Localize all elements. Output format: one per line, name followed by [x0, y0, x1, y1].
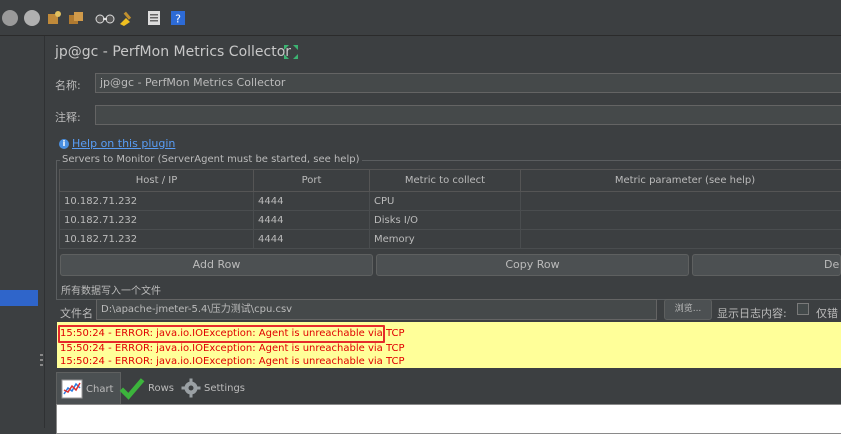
tab-chart[interactable]: Chart [56, 372, 121, 405]
show-log-label: 显示日志内容: [717, 305, 787, 321]
tab-label: Rows [148, 383, 174, 394]
write-all-label: 所有数据写入一个文件 [61, 282, 161, 297]
cell-metric[interactable]: CPU [370, 192, 521, 211]
cell-host[interactable]: 10.182.71.232 [60, 192, 254, 211]
cell-parameter[interactable] [521, 211, 841, 230]
comment-field[interactable] [95, 105, 841, 125]
svg-text:?: ? [175, 13, 181, 26]
help-link[interactable]: iHelp on this plugin [59, 137, 175, 150]
error-highlight-box [58, 325, 385, 343]
column-header-metric[interactable]: Metric to collect [370, 170, 521, 192]
cell-host[interactable]: 10.182.71.232 [60, 211, 254, 230]
splitter-handle[interactable] [40, 354, 43, 368]
expand-icon[interactable] [283, 44, 299, 60]
chart-icon [61, 379, 83, 399]
comment-label: 注释: [55, 109, 81, 125]
help-icon[interactable]: ? [170, 10, 186, 26]
column-header-host[interactable]: Host / IP [60, 170, 254, 192]
cell-metric[interactable]: Disks I/O [370, 211, 521, 230]
info-icon: i [59, 139, 69, 149]
table-row[interactable]: 10.182.71.232 4444 Disks I/O [60, 211, 841, 230]
cell-port[interactable]: 4444 [254, 211, 370, 230]
page-title: jp@gc - PerfMon Metrics Collector [55, 44, 291, 60]
table-row[interactable]: 10.182.71.232 4444 Memory [60, 230, 841, 249]
errors-only-label: 仅错 [816, 305, 838, 321]
name-field[interactable]: jp@gc - PerfMon Metrics Collector [95, 73, 841, 93]
shutdown-icon[interactable] [24, 10, 40, 26]
log-line: 15:50:24 - ERROR: java.io.IOException: A… [60, 356, 405, 367]
cell-port[interactable]: 4444 [254, 192, 370, 211]
file-name-field[interactable]: D:\apache-jmeter-5.4\压力测试\cpu.csv [96, 299, 657, 320]
clear-all-icon[interactable] [68, 10, 84, 26]
search-icon[interactable] [94, 10, 116, 26]
name-label: 名称: [55, 77, 81, 93]
tree-selected-node[interactable] [0, 290, 38, 306]
delete-row-button[interactable]: Dele [692, 254, 841, 276]
copy-row-button[interactable]: Copy Row [376, 254, 689, 276]
cell-host[interactable]: 10.182.71.232 [60, 230, 254, 249]
stop-icon[interactable] [2, 10, 18, 26]
tab-label: Chart [86, 384, 113, 395]
reset-search-icon[interactable] [118, 10, 134, 26]
checkmark-icon [119, 375, 145, 401]
toolbar: ? [0, 0, 841, 36]
log-line: 15:50:24 - ERROR: java.io.IOException: A… [60, 343, 405, 354]
help-link-text[interactable]: Help on this plugin [72, 137, 175, 150]
tabs-bar: Chart Rows Settings [56, 372, 841, 404]
browse-button[interactable]: 浏览... [664, 299, 712, 320]
servers-group-title: Servers to Monitor (ServerAgent must be … [60, 154, 362, 165]
clear-icon[interactable] [46, 10, 62, 26]
test-plan-tree[interactable] [0, 36, 45, 428]
column-header-port[interactable]: Port [254, 170, 370, 192]
cell-parameter[interactable] [521, 192, 841, 211]
cell-metric[interactable]: Memory [370, 230, 521, 249]
tab-settings[interactable]: Settings [181, 372, 251, 404]
add-row-button[interactable]: Add Row [60, 254, 373, 276]
cell-parameter[interactable] [521, 230, 841, 249]
tab-rows[interactable]: Rows [119, 372, 179, 404]
function-helper-icon[interactable] [146, 10, 162, 26]
table-row[interactable]: 10.182.71.232 4444 CPU [60, 192, 841, 211]
chart-area[interactable] [56, 404, 841, 434]
column-header-parameter[interactable]: Metric parameter (see help) [521, 170, 841, 192]
cell-port[interactable]: 4444 [254, 230, 370, 249]
servers-table[interactable]: Host / IP Port Metric to collect Metric … [59, 169, 841, 249]
tab-label: Settings [204, 383, 245, 394]
gear-icon [181, 378, 201, 398]
file-label: 文件名 [60, 305, 93, 321]
errors-only-checkbox[interactable] [797, 303, 809, 315]
